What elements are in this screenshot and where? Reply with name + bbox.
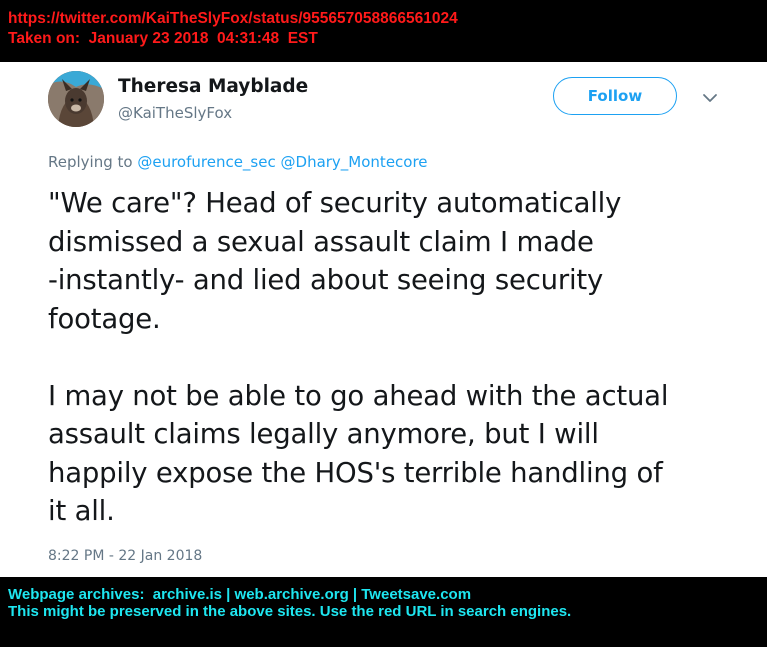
mention-link[interactable]: @Dhary_Montecore [281, 153, 428, 171]
archive-sites-line: Webpage archives: archive.is | web.archi… [8, 586, 472, 603]
tweet-timestamp[interactable]: 8:22 PM - 22 Jan 2018 [48, 548, 202, 564]
replying-to-line: Replying to @eurofurence_sec @Dhary_Mont… [48, 153, 428, 171]
tweet-card: Theresa Mayblade @KaiTheSlyFox Follow Re… [0, 62, 767, 577]
tweet-paragraph: "We care"? Head of security automaticall… [48, 187, 622, 335]
author-name[interactable]: Theresa Mayblade [118, 76, 308, 97]
tweet-paragraph: I may not be able to go ahead with the a… [48, 379, 669, 528]
mention-link[interactable]: @eurofurence_sec [137, 153, 275, 171]
archive-note-line: This might be preserved in the above sit… [8, 603, 572, 620]
archive-source-url[interactable]: https://twitter.com/KaiTheSlyFox/status/… [8, 9, 767, 29]
author-handle[interactable]: @KaiTheSlyFox [118, 104, 232, 122]
avatar[interactable] [48, 71, 104, 127]
archive-header: https://twitter.com/KaiTheSlyFox/status/… [0, 0, 767, 62]
tweet-text: "We care"? Head of security automaticall… [48, 184, 748, 531]
follow-button[interactable]: Follow [553, 77, 677, 115]
avatar-image [48, 71, 104, 127]
replying-to-label: Replying to [48, 153, 138, 171]
archive-footer: Webpage archives: archive.is | web.archi… [0, 577, 767, 647]
archive-timestamp: Taken on: January 23 2018 04:31:48 EST [8, 30, 318, 47]
chevron-down-icon[interactable] [700, 88, 720, 108]
